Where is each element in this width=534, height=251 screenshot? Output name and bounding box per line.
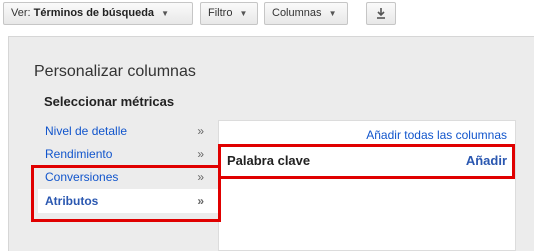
toolbar: Ver: Términos de búsqueda ▼ Filtro ▼ Col… [0, 0, 534, 32]
category-label: Rendimiento [45, 147, 113, 161]
add-all-columns-link[interactable]: Añadir todas las columnas [366, 128, 507, 142]
chevron-down-icon: ▼ [328, 9, 337, 18]
category-label: Atributos [45, 194, 99, 208]
chevron-down-icon: ▼ [239, 9, 248, 18]
view-value: Términos de búsqueda [33, 7, 155, 19]
chevron-down-icon: ▼ [161, 9, 170, 18]
category-item-atributos[interactable]: Atributos » [38, 189, 218, 213]
filter-dropdown[interactable]: Filtro ▼ [200, 2, 258, 25]
columns-label: Columnas [272, 7, 322, 19]
double-chevron-icon: » [197, 170, 204, 184]
category-label: Nivel de detalle [45, 124, 128, 138]
add-metric-link[interactable]: Añadir [466, 153, 507, 168]
filter-label: Filtro [208, 7, 233, 19]
double-chevron-icon: » [197, 147, 204, 161]
dialog-title: Personalizar columnas [34, 63, 196, 80]
view-prefix: Ver: [11, 7, 31, 19]
category-item-nivel-de-detalle[interactable]: Nivel de detalle » [38, 120, 218, 143]
double-chevron-icon: » [197, 194, 204, 208]
columns-dropdown[interactable]: Columnas ▼ [264, 2, 348, 25]
category-item-rendimiento[interactable]: Rendimiento » [38, 143, 218, 166]
view-dropdown[interactable]: Ver: Términos de búsqueda ▼ [3, 2, 193, 25]
metric-name: Palabra clave [227, 153, 311, 168]
metrics-heading: Seleccionar métricas [44, 94, 175, 109]
metric-category-list: Nivel de detalle » Rendimiento » Convers… [38, 120, 218, 213]
download-button[interactable] [366, 2, 396, 25]
download-icon [377, 7, 385, 19]
category-item-conversiones[interactable]: Conversiones » [38, 166, 218, 189]
category-label: Conversiones [45, 170, 119, 184]
double-chevron-icon: » [197, 124, 204, 138]
metrics-box: Añadir todas las columnas Palabra clave … [218, 120, 516, 251]
